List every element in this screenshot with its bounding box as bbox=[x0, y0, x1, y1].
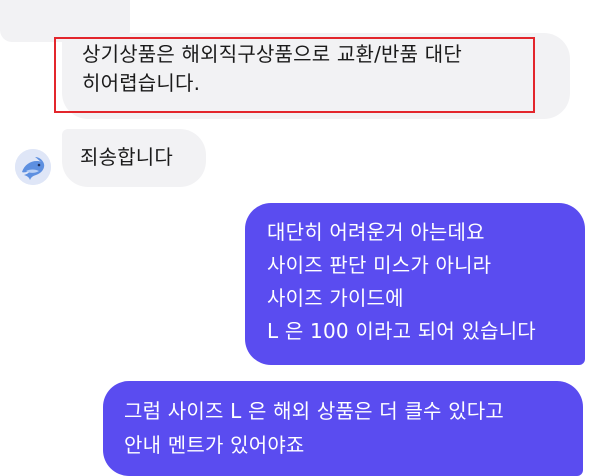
outgoing-message-notice-request[interactable]: 그럼 사이즈 L 은 해외 상품은 더 클수 있다고 안내 멘트가 있어야죠 bbox=[103, 381, 583, 476]
outgoing-message-size-guide[interactable]: 대단히 어려운거 아는데요 사이즈 판단 미스가 아니라 사이즈 가이드에 L … bbox=[245, 203, 585, 365]
incoming-message-sorry[interactable]: 죄송합니다 bbox=[62, 129, 206, 187]
incoming-message-notice[interactable]: 상기상품은 해외직구상품으로 교환/반품 대단 히어렵습니다. bbox=[62, 33, 570, 119]
dolphin-avatar-icon[interactable] bbox=[15, 149, 51, 185]
